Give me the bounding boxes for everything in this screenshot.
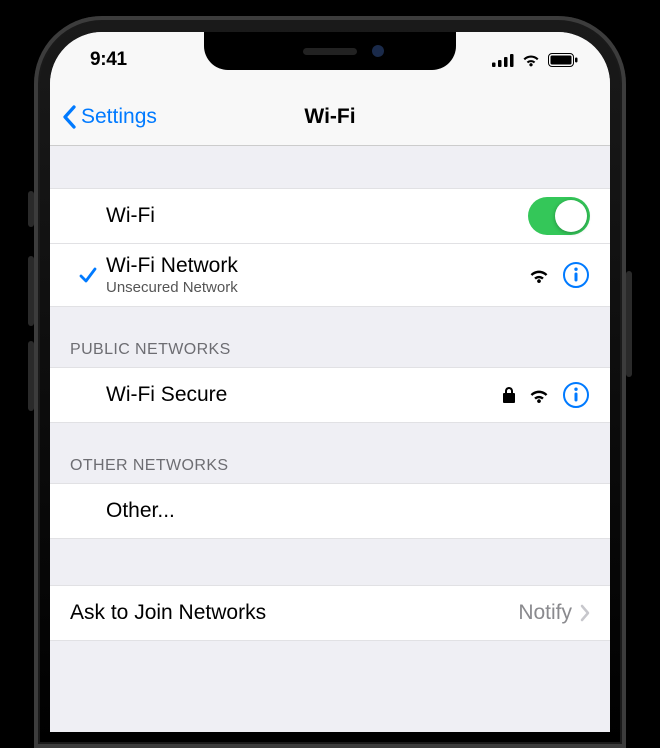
checkmark-icon — [78, 265, 98, 285]
public-network-row[interactable]: Wi-Fi Secure — [50, 367, 610, 423]
wifi-signal-icon — [528, 267, 550, 284]
info-icon[interactable] — [562, 381, 590, 409]
other-label: Other... — [106, 499, 590, 523]
other-networks-header: OTHER NETWORKS — [50, 423, 610, 483]
wifi-toggle-label: Wi-Fi — [106, 204, 528, 228]
lock-icon — [502, 386, 516, 404]
status-time: 9:41 — [90, 49, 127, 71]
camera — [372, 45, 384, 57]
network-name: Wi-Fi Secure — [106, 383, 502, 407]
wifi-signal-icon — [528, 387, 550, 404]
spacer — [50, 539, 610, 585]
wifi-toggle-row: Wi-Fi — [50, 188, 610, 244]
back-label: Settings — [81, 105, 157, 129]
ask-to-join-row[interactable]: Ask to Join Networks Notify — [50, 585, 610, 641]
battery-icon — [548, 53, 578, 67]
side-button — [28, 256, 34, 326]
toggle-knob — [555, 200, 587, 232]
network-subtitle: Unsecured Network — [106, 279, 528, 296]
nav-bar: Settings Wi-Fi — [50, 88, 610, 146]
chevron-left-icon — [62, 105, 77, 129]
side-button — [626, 271, 632, 377]
wifi-toggle[interactable] — [528, 197, 590, 235]
page-title: Wi-Fi — [304, 105, 355, 129]
spacer — [50, 146, 610, 188]
back-button[interactable]: Settings — [62, 105, 157, 129]
info-icon[interactable] — [562, 261, 590, 289]
connected-network-row[interactable]: Wi-Fi Network Unsecured Network — [50, 244, 610, 307]
cellular-icon — [492, 54, 514, 67]
ask-value: Notify — [518, 601, 572, 625]
side-button — [28, 341, 34, 411]
screen: 9:41 Settings Wi-Fi — [50, 32, 610, 732]
chevron-right-icon — [580, 604, 590, 622]
network-name: Wi-Fi Network — [106, 254, 528, 278]
phone-frame: 9:41 Settings Wi-Fi — [34, 16, 626, 748]
public-networks-header: PUBLIC NETWORKS — [50, 307, 610, 367]
wifi-icon — [521, 53, 541, 67]
other-network-row[interactable]: Other... — [50, 483, 610, 539]
side-button — [28, 191, 34, 227]
ask-label: Ask to Join Networks — [70, 601, 518, 625]
notch — [204, 32, 456, 70]
speaker — [303, 48, 357, 55]
